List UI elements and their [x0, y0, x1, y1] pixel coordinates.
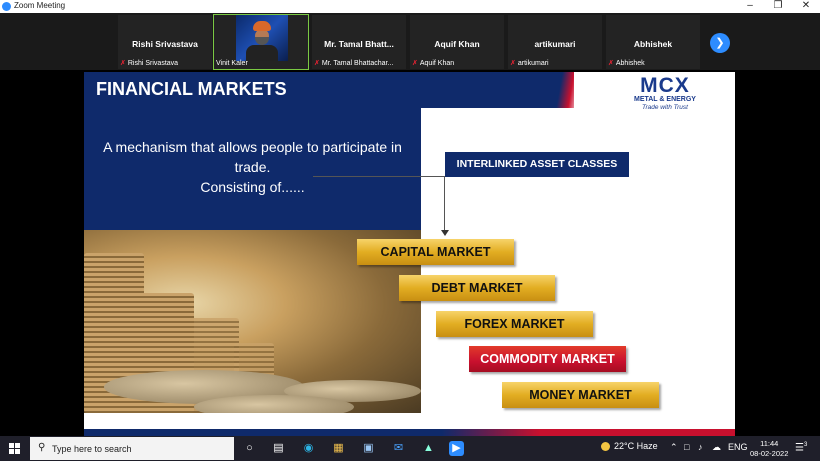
participant-name: Aquif Khan	[434, 39, 480, 49]
search-placeholder: Type here to search	[52, 444, 132, 454]
participant-gallery: Rishi Srivastava ✗ Rishi Srivastava Vinit…	[0, 13, 820, 70]
participant-tile[interactable]: Rishi Srivastava ✗ Rishi Srivastava	[118, 15, 212, 69]
language-indicator[interactable]: ENG	[728, 442, 748, 452]
market-money: MONEY MARKET	[502, 382, 659, 408]
participant-label: Vinit Kaler	[216, 60, 248, 67]
zoom-logo-icon	[2, 2, 11, 11]
participant-label: Aquif Khan	[419, 60, 455, 67]
logo-subtitle: METAL & ENERGY	[634, 96, 696, 103]
participant-label: Rishi Srivastava	[127, 60, 179, 67]
clock-time: 11:44	[760, 439, 779, 448]
description-line: Consisting of......	[200, 179, 305, 195]
participant-tile[interactable]: Abhishek ✗ Abhishek	[606, 15, 700, 69]
market-commodity: COMMODITY MARKET	[469, 346, 626, 372]
description-text: A mechanism that allows people to partic…	[84, 137, 421, 197]
connector-line	[444, 176, 445, 232]
participant-label: artikumari	[517, 60, 549, 67]
mcx-logo: MCX METAL & ENERGY Trade with Trust	[634, 74, 696, 111]
mic-muted-icon: ✗	[120, 60, 126, 67]
zoom-taskbar-icon[interactable]: ▶	[449, 441, 464, 456]
market-forex: FOREX MARKET	[436, 311, 593, 337]
participant-label: Mr. Tamal Bhattachar...	[321, 60, 394, 67]
mic-muted-icon: ✗	[510, 60, 516, 67]
task-view-icon[interactable]: ▤	[271, 441, 286, 456]
taskbar: ⚲ Type here to search ○ ▤ ◉ ▦ ▣ ✉ ▲ ▶ 22…	[0, 436, 820, 461]
participant-tile[interactable]: Aquif Khan ✗ Aquif Khan	[410, 15, 504, 69]
market-capital: CAPITAL MARKET	[357, 239, 514, 265]
next-page-icon[interactable]: ❯	[710, 33, 730, 53]
mail-icon[interactable]: ✉	[391, 441, 406, 456]
clock[interactable]: 11:44 08-02-2022	[750, 439, 788, 459]
slide-title: FINANCIAL MARKETS	[96, 79, 287, 99]
search-icon: ⚲	[38, 442, 46, 453]
participant-tile-active-speaker[interactable]: Vinit Kaler	[213, 14, 309, 70]
mic-muted-icon: ✗	[412, 60, 418, 67]
file-explorer-icon[interactable]: ▦	[331, 441, 346, 456]
participant-name: Mr. Tamal Bhatt...	[324, 39, 394, 49]
weather-text: 22°C Haze	[614, 441, 658, 451]
title-bar: Zoom Meeting – ❐ ✕	[0, 0, 820, 13]
logo-tagline: Trade with Trust	[641, 104, 688, 111]
chevron-up-icon[interactable]: ⌃	[670, 442, 678, 453]
notifications-icon[interactable]: ☰3	[795, 442, 807, 453]
clock-date: 08-02-2022	[750, 449, 789, 458]
participant-name: Rishi Srivastava	[132, 39, 198, 49]
description-line: A mechanism that allows people to partic…	[103, 139, 402, 155]
description-line: trade.	[234, 159, 271, 175]
app-icon[interactable]: ▲	[421, 441, 436, 456]
participant-tile[interactable]: artikumari ✗ artikumari	[508, 15, 602, 69]
windows-start-icon[interactable]	[9, 443, 20, 454]
participant-video	[236, 15, 288, 61]
window-title: Zoom Meeting	[14, 1, 66, 10]
logo-name: MCX	[640, 74, 690, 97]
market-debt: DEBT MARKET	[399, 275, 555, 301]
slide-footer-bar	[84, 429, 735, 436]
onedrive-icon[interactable]: ☁	[712, 442, 721, 453]
participant-name: artikumari	[534, 39, 576, 49]
participant-tile[interactable]: Mr. Tamal Bhatt... ✗ Mr. Tamal Bhattachar…	[312, 15, 406, 69]
mic-muted-icon: ✗	[608, 60, 614, 67]
volume-icon[interactable]: ♪	[698, 442, 703, 452]
network-icon[interactable]: □	[684, 442, 689, 452]
store-icon[interactable]: ▣	[361, 441, 376, 456]
participant-label: Abhishek	[615, 60, 645, 67]
maximize-button[interactable]: ❐	[764, 0, 792, 13]
participant-name: Abhishek	[633, 39, 673, 49]
shared-slide: FINANCIAL MARKETS MCX METAL & ENERGY Tra…	[84, 72, 735, 436]
sun-icon	[601, 442, 610, 452]
taskbar-search-box[interactable]: ⚲ Type here to search	[30, 437, 234, 460]
minimize-button[interactable]: –	[736, 0, 764, 13]
mic-muted-icon: ✗	[314, 60, 320, 67]
cortana-icon[interactable]: ○	[242, 441, 257, 456]
arrow-down-icon	[441, 230, 449, 236]
weather-widget[interactable]: 22°C Haze	[601, 441, 658, 452]
edge-icon[interactable]: ◉	[301, 441, 316, 456]
close-button[interactable]: ✕	[792, 0, 820, 13]
connector-line	[313, 176, 445, 177]
notification-count: 3	[803, 442, 808, 448]
asset-classes-label: INTERLINKED ASSET CLASSES	[445, 152, 629, 177]
